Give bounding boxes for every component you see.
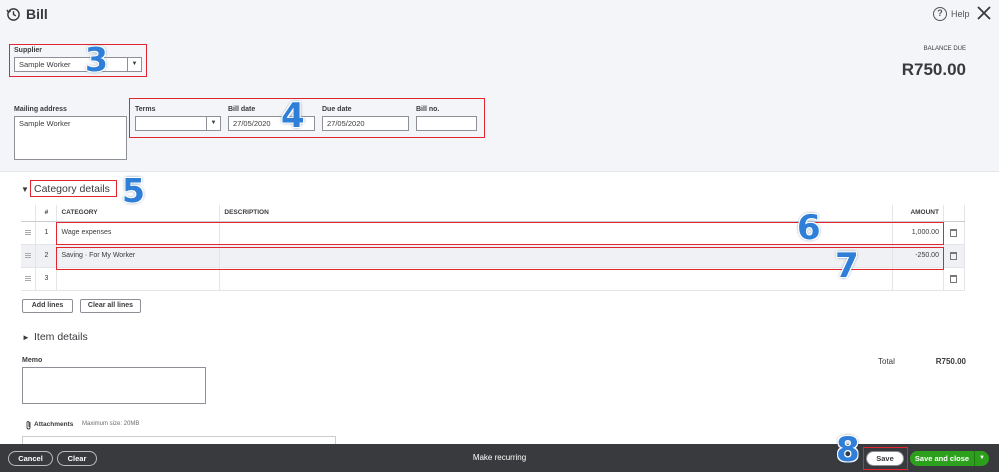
step-number-8: 8 bbox=[836, 430, 860, 470]
history-icon[interactable] bbox=[6, 7, 21, 22]
trash-icon[interactable] bbox=[950, 274, 958, 283]
balance-due-label: BALANCE DUE bbox=[923, 46, 966, 52]
paperclip-icon bbox=[26, 421, 31, 430]
row-category[interactable] bbox=[56, 267, 221, 291]
highlight-save bbox=[863, 447, 908, 470]
step-number-3: 3 bbox=[85, 40, 108, 79]
chevron-down-icon[interactable]: ▼ bbox=[974, 451, 989, 466]
col-header-description: DESCRIPTION bbox=[219, 205, 893, 222]
balance-due-amount: R750.00 bbox=[901, 60, 966, 79]
col-header-num: # bbox=[35, 205, 58, 222]
row-number: 2 bbox=[35, 244, 58, 268]
row-number: 3 bbox=[35, 267, 58, 291]
memo-field[interactable] bbox=[22, 367, 206, 404]
col-header-amount: AMOUNT bbox=[892, 205, 944, 222]
row-number: 1 bbox=[35, 221, 58, 245]
attachments-hint: Maximum size: 20MB bbox=[82, 421, 140, 427]
drag-handle-icon[interactable] bbox=[25, 253, 32, 258]
trash-icon[interactable] bbox=[950, 228, 958, 237]
bill-header: Bill ? Help Supplier Sample Worker ▼ 3 B… bbox=[0, 0, 999, 172]
clear-all-lines-button[interactable]: Clear all lines bbox=[80, 299, 141, 313]
memo-label: Memo bbox=[22, 357, 43, 364]
save-and-close-button[interactable]: Save and close bbox=[910, 451, 974, 466]
total-value: R750.00 bbox=[935, 357, 966, 366]
help-link[interactable]: Help bbox=[951, 9, 970, 19]
caret-right-icon[interactable]: ► bbox=[22, 333, 30, 342]
highlight-row-2 bbox=[56, 247, 944, 270]
highlight-category-details bbox=[30, 180, 117, 197]
help-icon[interactable]: ? bbox=[933, 7, 947, 21]
highlight-terms-dates bbox=[129, 98, 485, 138]
total-label: Total bbox=[878, 357, 895, 366]
table-row[interactable]: 3 bbox=[21, 267, 966, 291]
title-bar: Bill ? Help bbox=[0, 0, 999, 30]
mailing-address-field[interactable]: Sample Worker bbox=[14, 116, 127, 160]
step-number-7: 7 bbox=[835, 246, 859, 286]
col-header-category: CATEGORY bbox=[56, 205, 221, 222]
drag-handle-icon[interactable] bbox=[25, 230, 32, 235]
item-details-title[interactable]: Item details bbox=[34, 331, 88, 343]
step-number-4: 4 bbox=[281, 96, 305, 136]
mailing-address-value: Sample Worker bbox=[19, 119, 71, 128]
caret-down-icon[interactable]: ▼ bbox=[21, 185, 29, 194]
page-title: Bill bbox=[26, 6, 48, 22]
close-icon[interactable] bbox=[975, 4, 993, 22]
step-number-6: 6 bbox=[797, 208, 821, 248]
mailing-address-label: Mailing address bbox=[14, 106, 67, 113]
add-lines-button[interactable]: Add lines bbox=[22, 299, 73, 313]
table-header-row: # CATEGORY DESCRIPTION AMOUNT bbox=[21, 205, 966, 222]
row-description[interactable] bbox=[219, 267, 893, 291]
drag-handle-icon[interactable] bbox=[25, 276, 32, 281]
highlight-supplier bbox=[9, 44, 147, 77]
row-amount[interactable] bbox=[892, 267, 944, 291]
make-recurring-label[interactable]: Make recurring bbox=[473, 453, 526, 462]
trash-icon[interactable] bbox=[950, 251, 958, 260]
attachments-label: Attachments bbox=[34, 421, 74, 428]
